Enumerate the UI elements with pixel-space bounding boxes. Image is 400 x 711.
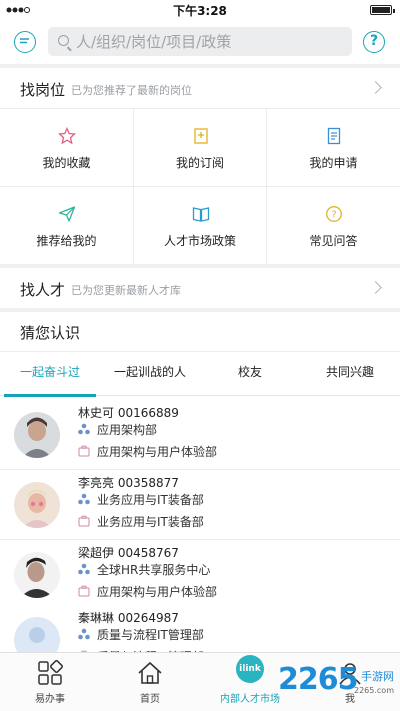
grid-item-favorites[interactable]: 我的收藏 bbox=[0, 108, 133, 186]
status-bar: 下午3:28 bbox=[0, 0, 400, 20]
grid-item-recommended[interactable]: 推荐给我的 bbox=[0, 186, 133, 264]
grid-item-applications[interactable]: 我的申请 bbox=[267, 108, 400, 186]
person-dept-text: 业务应用与IT装备部 bbox=[97, 493, 204, 507]
find-job-grid: 我的收藏 我的订阅 我的申请 推荐给我的 人才市场政策 ? 常见问答 bbox=[0, 108, 400, 264]
chevron-right-icon bbox=[369, 281, 382, 294]
briefcase-icon bbox=[78, 515, 90, 527]
grid-item-label: 常见问答 bbox=[309, 234, 358, 248]
find-job-subtitle: 已为您推荐了最新的岗位 bbox=[71, 84, 192, 97]
chat-bubble-icon[interactable] bbox=[14, 31, 36, 53]
person-name: 秦琳琳 00264987 bbox=[78, 611, 179, 625]
tab-common-interests[interactable]: 共同兴趣 bbox=[300, 352, 400, 396]
find-job-title: 找岗位 bbox=[20, 81, 66, 99]
bookmark-icon bbox=[194, 128, 208, 144]
question-icon: ? bbox=[326, 206, 342, 222]
nav-label: 首页 bbox=[140, 694, 160, 705]
tab-fought-together[interactable]: 一起奋斗过 bbox=[0, 352, 100, 397]
person-row[interactable]: 梁超伊 00458767 全球HR共享服务中心 应用架构与用户体验部 bbox=[0, 540, 400, 610]
watermark-url: 2265.com bbox=[354, 686, 394, 695]
star-icon bbox=[58, 127, 76, 145]
watermark-number: 2265 bbox=[278, 662, 358, 697]
briefcase-icon bbox=[78, 445, 90, 457]
grid-item-label: 我的收藏 bbox=[42, 156, 91, 170]
person-row[interactable]: 李亮亮 00358877 业务应用与IT装备部 业务应用与IT装备部 bbox=[0, 470, 400, 540]
nav-item-yibanshi[interactable]: 易办事 bbox=[0, 653, 100, 711]
watermark-site: 手游网 bbox=[361, 670, 394, 683]
person-name: 林史可 00166889 bbox=[78, 406, 179, 420]
person-name: 梁超伊 00458767 bbox=[78, 546, 179, 560]
guess-header: 猜您认识 bbox=[0, 312, 400, 352]
org-tree-icon bbox=[78, 563, 90, 575]
ilink-logo-icon: ilink bbox=[236, 655, 264, 683]
person-org-text: 应用架构与用户体验部 bbox=[97, 585, 218, 599]
org-tree-icon bbox=[78, 423, 90, 435]
person-dept-text: 全球HR共享服务中心 bbox=[97, 563, 211, 577]
avatar bbox=[14, 412, 60, 458]
battery-icon bbox=[370, 5, 395, 15]
grid-item-faq[interactable]: ? 常见问答 bbox=[267, 186, 400, 264]
send-icon bbox=[58, 206, 76, 222]
svg-text:?: ? bbox=[331, 210, 336, 221]
tab-alumni[interactable]: 校友 bbox=[200, 352, 300, 396]
find-talent-subtitle: 已为您更新最新人才库 bbox=[71, 284, 181, 297]
find-talent-title: 找人才 bbox=[20, 281, 66, 299]
grid-item-subscriptions[interactable]: 我的订阅 bbox=[133, 108, 267, 186]
person-dept-text: 质量与流程IT管理部 bbox=[97, 628, 204, 642]
chevron-right-icon bbox=[369, 81, 382, 94]
guess-title: 猜您认识 bbox=[20, 324, 81, 342]
grid-item-label: 推荐给我的 bbox=[36, 234, 97, 248]
tab-trained-together[interactable]: 一起训战的人 bbox=[100, 352, 200, 396]
book-icon bbox=[192, 207, 210, 222]
grid-item-label: 人才市场政策 bbox=[163, 234, 236, 248]
search-input[interactable] bbox=[76, 27, 346, 56]
org-tree-icon bbox=[78, 493, 90, 505]
person-dept-text: 应用架构部 bbox=[97, 423, 158, 437]
home-icon bbox=[138, 661, 162, 684]
top-bar: ? bbox=[0, 20, 400, 64]
grid-item-label: 我的申请 bbox=[309, 156, 358, 170]
briefcase-icon bbox=[78, 585, 90, 597]
status-time: 下午3:28 bbox=[173, 4, 227, 18]
guess-tabs: 一起奋斗过 一起训战的人 校友 共同兴趣 bbox=[0, 352, 400, 397]
find-job-header[interactable]: 找岗位 已为您推荐了最新的岗位 bbox=[0, 68, 400, 110]
search-bar[interactable] bbox=[48, 27, 352, 56]
search-icon bbox=[58, 35, 69, 46]
help-icon[interactable]: ? bbox=[363, 31, 385, 53]
find-talent-header[interactable]: 找人才 已为您更新最新人才库 bbox=[0, 268, 400, 310]
person-org-text: 业务应用与IT装备部 bbox=[97, 515, 204, 529]
avatar bbox=[14, 482, 60, 528]
watermark: 2265 手游网 2265.com bbox=[278, 660, 396, 704]
grid-item-policy[interactable]: 人才市场政策 bbox=[133, 186, 267, 264]
person-row[interactable]: 林史可 00166889 应用架构部 应用架构与用户体验部 bbox=[0, 400, 400, 470]
avatar bbox=[14, 552, 60, 598]
person-name: 李亮亮 00358877 bbox=[78, 476, 179, 490]
document-icon bbox=[327, 127, 341, 145]
org-tree-icon bbox=[78, 628, 90, 640]
nav-item-home[interactable]: 首页 bbox=[100, 653, 200, 711]
nav-label: 易办事 bbox=[35, 694, 65, 705]
person-org-text: 应用架构与用户体验部 bbox=[97, 445, 218, 459]
grid-item-label: 我的订阅 bbox=[175, 156, 224, 170]
apps-grid-icon bbox=[38, 660, 63, 685]
